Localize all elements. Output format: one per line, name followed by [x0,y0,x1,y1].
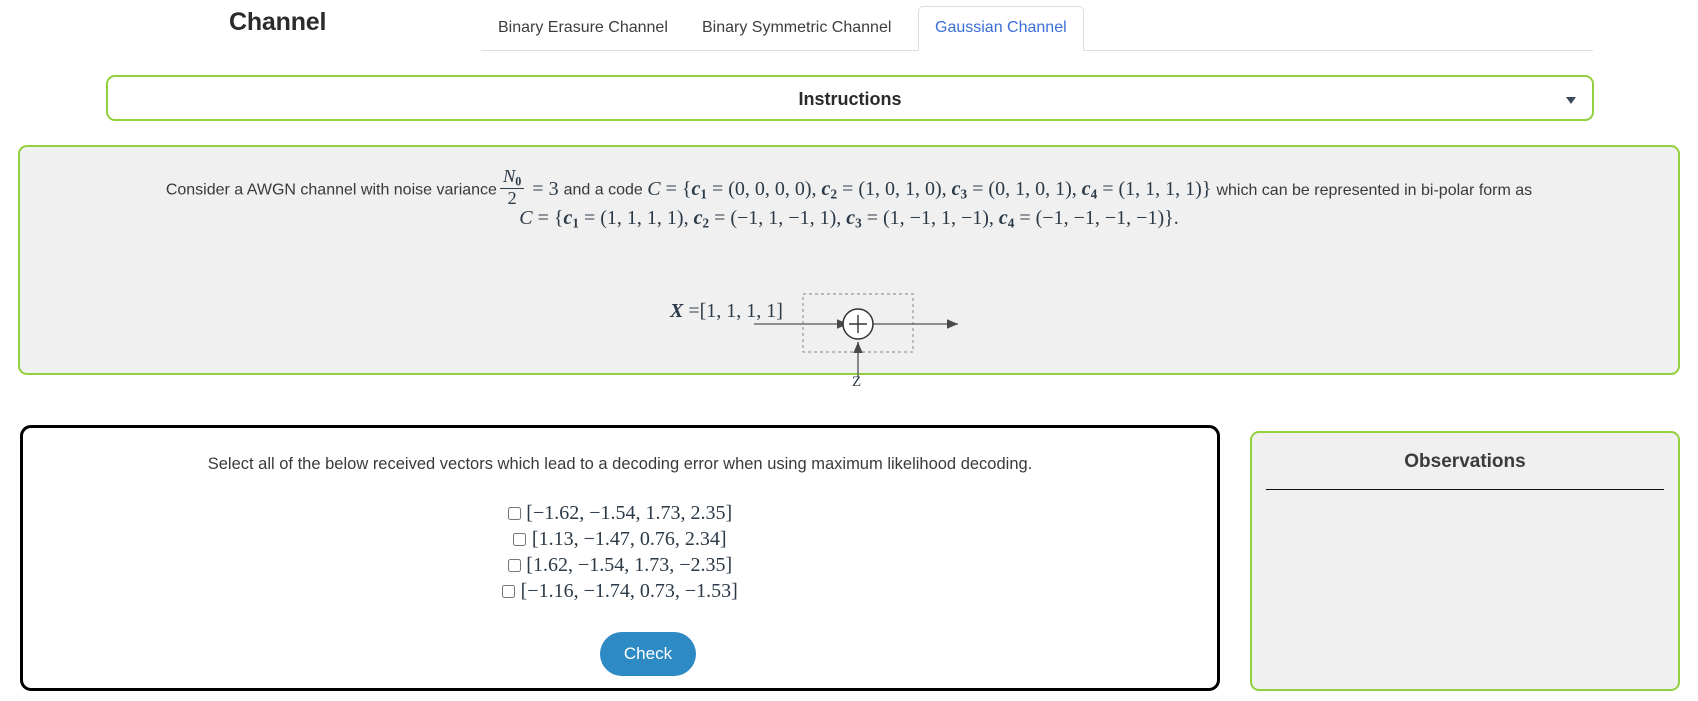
problem-statement-line-2: C = {c1 = (1, 1, 1, 1), c2 = (−1, 1, −1,… [20,207,1678,232]
noise-variance-fraction: N0 2 [499,166,525,208]
problem-tail-text: which can be represented in bi-polar for… [1216,181,1533,199]
bipolar-codeword-3-sub: 3 [855,215,862,231]
noise-denominator: 2 [499,188,525,208]
codeword-3-value: (0, 1, 0, 1) [988,177,1072,200]
noise-numerator-subscript: 0 [515,174,522,189]
bipolar-codeword-4-name: c [998,207,1008,229]
question-prompt: Select all of the below received vectors… [207,455,1033,473]
bipolar-codeword-2-value: (−1, 1, −1, 1) [730,207,837,229]
page-title: Channel [229,8,327,36]
bipolar-codeword-4-sub: 4 [1007,215,1015,231]
noise-numerator: N [502,166,516,186]
diagram-noise-label: Z [852,374,862,390]
answer-checkbox-1[interactable] [507,507,521,520]
answer-checkbox-4[interactable] [502,585,516,598]
problem-statement-panel: Consider a AWGN channel with noise varia… [18,145,1680,390]
code-set-binary: C = {c1 = (0, 0, 0, 0), c2 = (1, 0, 1, 0… [647,177,1212,202]
problem-statement-line-1: Consider a AWGN channel with noise varia… [20,166,1678,208]
codeword-2-sub: 2 [830,186,838,202]
chevron-down-icon[interactable] [1566,97,1576,104]
codeword-1-value: (0, 0, 0, 0) [728,177,812,200]
bipolar-codeword-1-sub: 1 [572,215,579,231]
answer-option-2-label: [1.13, −1.47, 0.76, 2.34] [531,528,727,550]
check-button[interactable]: Check [600,632,696,676]
problem-lead-text: Consider a AWGN channel with noise varia… [165,181,497,199]
answer-option-4-label: [−1.16, −1.74, 0.73, −1.53] [520,580,738,602]
bipolar-codeword-3-name: c [846,207,856,229]
codeword-2-value: (1, 0, 1, 0) [858,177,942,200]
noise-value: 3 [548,177,559,200]
diagram-svg [754,293,958,377]
answer-option-1-label: [−1.62, −1.54, 1.73, 2.35] [526,502,733,524]
bipolar-suffix: . [1173,207,1179,229]
problem-mid-text: and a code [563,181,643,199]
instructions-accordion[interactable]: Instructions [106,75,1594,121]
answer-options-list: [−1.62, −1.54, 1.73, 2.35] [1.13, −1.47,… [23,503,1217,607]
app-header: Channel Binary Erasure Channel Binary Sy… [0,0,1698,52]
bipolar-codeword-3-value: (1, −1, 1, −1) [883,207,989,229]
instructions-label: Instructions [798,89,902,109]
bipolar-codeword-4-value: (−1, −1, −1, −1) [1035,207,1165,229]
codeword-1-sub: 1 [700,186,707,202]
code-symbol-bipolar: C [519,207,533,229]
noise-variance-expression: N0 2 = 3 [497,166,564,208]
answer-option-2[interactable]: [1.13, −1.47, 0.76, 2.34] [23,529,1217,550]
answer-checkbox-3[interactable] [507,559,521,572]
answer-option-4[interactable]: [−1.16, −1.74, 0.73, −1.53] [23,581,1217,602]
noise-equals-sign: = [532,177,544,200]
bipolar-codeword-2-sub: 2 [702,215,710,231]
observations-panel: Observations [1250,431,1680,691]
codeword-1-name: c [691,177,701,200]
answer-option-3-label: [1.62, −1.54, 1.73, −2.35] [526,554,733,576]
question-card: Select all of the below received vectors… [20,425,1220,691]
codeword-3-name: c [951,177,961,200]
answer-checkbox-2[interactable] [513,533,527,546]
tab-bar: Binary Erasure Channel Binary Symmetric … [481,0,1593,51]
observations-title: Observations [1404,451,1526,472]
codeword-3-sub: 3 [960,186,968,202]
codeword-4-name: c [1081,177,1091,200]
tab-binary-erasure-channel[interactable]: Binary Erasure Channel [481,6,685,51]
observations-body [1266,499,1664,679]
codeword-4-value: (1, 1, 1, 1) [1118,177,1202,200]
answer-option-3[interactable]: [1.62, −1.54, 1.73, −2.35] [23,555,1217,576]
observations-divider [1266,489,1664,490]
answer-option-1[interactable]: [−1.62, −1.54, 1.73, 2.35] [23,503,1217,524]
code-symbol-binary: C [647,177,661,200]
code-set-bipolar: C = {c1 = (1, 1, 1, 1), c2 = (−1, 1, −1,… [519,207,1179,231]
tab-binary-symmetric-channel[interactable]: Binary Symmetric Channel [685,6,908,51]
codeword-4-sub: 4 [1090,186,1098,202]
bipolar-codeword-1-value: (1, 1, 1, 1) [600,207,684,229]
tab-gaussian-channel[interactable]: Gaussian Channel [918,6,1084,51]
awgn-channel-diagram: X =[1, 1, 1, 1] Z [670,272,1050,390]
